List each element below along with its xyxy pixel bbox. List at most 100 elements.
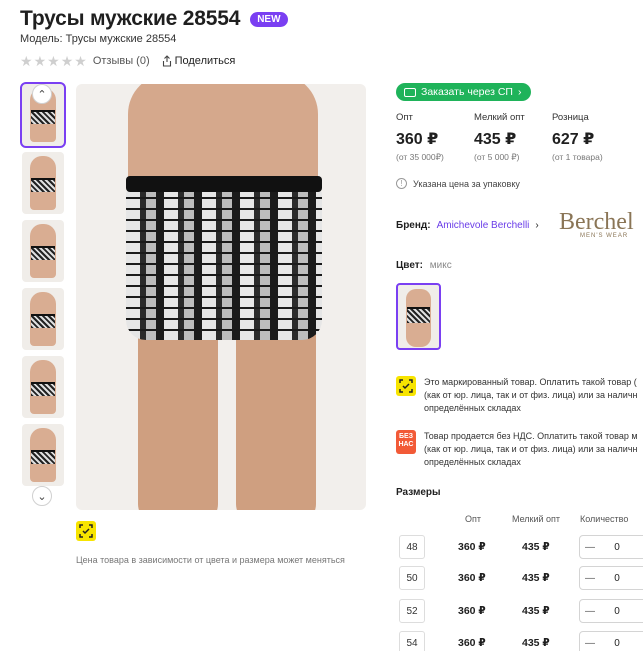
- color-label: Цвет:: [396, 260, 423, 271]
- price-label: Розница: [552, 112, 589, 123]
- minus-icon[interactable]: —: [580, 606, 600, 617]
- notice-line: Это маркированный товар. Оплатить такой …: [424, 377, 637, 387]
- size-price-small-opt: 435 ₽: [522, 572, 550, 584]
- minus-icon[interactable]: —: [580, 542, 600, 553]
- marking-icon: [396, 376, 416, 396]
- pack-note: ! Указана цена за упаковку: [396, 178, 520, 189]
- price-label: Опт: [396, 112, 413, 123]
- notice-line: Товар продается без НДС. Оплатить такой …: [424, 431, 638, 441]
- brand-logo-subtitle: MEN'S WEAR: [580, 233, 629, 239]
- size-price-small-opt: 435 ₽: [522, 541, 550, 553]
- marked-notice: Это маркированный товар. Оплатить такой …: [396, 376, 643, 415]
- size-label: 52: [399, 599, 425, 623]
- thumbnail[interactable]: [22, 356, 64, 418]
- share-label: Поделиться: [174, 55, 236, 67]
- pack-note-text: Указана цена за упаковку: [413, 178, 520, 189]
- quantity-value[interactable]: 0: [600, 606, 634, 617]
- size-row: 54 360 ₽ 435 ₽ — 0: [396, 631, 643, 651]
- price-label: Мелкий опт: [474, 112, 525, 123]
- title-row: Трусы мужские 28554 NEW: [20, 7, 288, 31]
- quantity-stepper[interactable]: — 0: [579, 599, 643, 623]
- rating-row: ★ ★ ★ ★ ★ Отзывы (0) Поделиться: [20, 54, 235, 68]
- notice-line: (как от юр. лица, так и от физ. лица) ил…: [424, 390, 638, 400]
- size-price-opt: 360 ₽: [458, 541, 486, 553]
- price-opt: Опт 360 ₽ (от 35 000₽): [396, 112, 474, 163]
- star-icon: ★: [20, 53, 33, 69]
- color-row: Цвет: микс: [396, 260, 452, 271]
- price-variation-note: Цена товара в зависимости от цвета и раз…: [76, 555, 345, 565]
- price-value: 627 ₽: [552, 131, 595, 148]
- order-sp-button[interactable]: Заказать через СП ›: [396, 83, 532, 101]
- notice-line: определённых складах: [424, 457, 521, 467]
- share-icon: [162, 55, 171, 67]
- sizes-header-qty: Количество: [580, 514, 629, 524]
- quantity-stepper[interactable]: — 0: [579, 535, 643, 559]
- model-text: Модель: Трусы мужские 28554: [20, 33, 177, 45]
- nds-notice-text: Товар продается без НДС. Оплатить такой …: [424, 430, 638, 469]
- size-price-small-opt: 435 ₽: [522, 637, 550, 649]
- marking-icon: [76, 521, 96, 541]
- notice-line: определённых складах: [424, 403, 521, 413]
- thumbnail[interactable]: [22, 220, 64, 282]
- chevron-down-icon[interactable]: ⌄: [32, 486, 52, 506]
- product-main-image[interactable]: [76, 84, 366, 510]
- rating-stars[interactable]: ★ ★ ★ ★ ★: [20, 54, 87, 68]
- brand-logo[interactable]: Berchel: [559, 209, 634, 236]
- size-row: 48 360 ₽ 435 ₽ — 0: [396, 535, 643, 561]
- minus-icon[interactable]: —: [580, 638, 600, 649]
- thumbnail-strip: ⌃ ⌄: [20, 82, 66, 506]
- size-label: 48: [399, 535, 425, 559]
- sizes-header-opt: Опт: [465, 514, 481, 524]
- price-retail: Розница 627 ₽ (от 1 товара): [552, 112, 630, 163]
- color-value: микс: [429, 260, 452, 271]
- quantity-value[interactable]: 0: [600, 542, 634, 553]
- marked-notice-text: Это маркированный товар. Оплатить такой …: [424, 376, 637, 415]
- notice-line: (как от юр. лица, так и от физ. лица) ил…: [424, 444, 638, 454]
- chevron-right-icon: ›: [535, 220, 539, 231]
- new-badge: NEW: [250, 11, 288, 27]
- price-small-opt: Мелкий опт 435 ₽ (от 5 000 ₽): [474, 112, 552, 163]
- price-min: (от 5 000 ₽): [474, 152, 520, 162]
- brand-link[interactable]: Amichevole Berchelli: [437, 220, 530, 231]
- brand-label: Бренд:: [396, 220, 431, 231]
- size-price-opt: 360 ₽: [458, 572, 486, 584]
- size-row: 52 360 ₽ 435 ₽ — 0: [396, 599, 643, 625]
- brand-row: Бренд: Amichevole Berchelli ›: [396, 220, 539, 231]
- chevron-right-icon: ›: [517, 86, 522, 98]
- order-sp-label: Заказать через СП: [421, 86, 513, 98]
- size-price-opt: 360 ₽: [458, 605, 486, 617]
- price-min: (от 1 товара): [552, 152, 603, 162]
- info-icon: !: [396, 178, 407, 189]
- nds-notice: БЕЗ НАС Товар продается без НДС. Оплатит…: [396, 430, 643, 469]
- quantity-value[interactable]: 0: [600, 573, 634, 584]
- star-icon: ★: [47, 53, 60, 69]
- thumbnail[interactable]: [22, 288, 64, 350]
- reviews-link[interactable]: Отзывы (0): [93, 55, 150, 67]
- sizes-header-small-opt: Мелкий опт: [512, 514, 561, 524]
- price-value: 360 ₽: [396, 131, 439, 148]
- size-label: 54: [399, 631, 425, 651]
- thumbnail[interactable]: [22, 152, 64, 214]
- size-row: 50 360 ₽ 435 ₽ — 0: [396, 566, 643, 592]
- no-vat-icon: БЕЗ НАС: [396, 430, 416, 454]
- star-icon: ★: [60, 53, 74, 69]
- star-icon: ★: [33, 53, 47, 69]
- thumbnail[interactable]: [22, 424, 64, 486]
- price-min: (от 35 000₽): [396, 152, 444, 162]
- price-value: 435 ₽: [474, 131, 517, 148]
- quantity-value[interactable]: 0: [600, 638, 634, 649]
- size-price-small-opt: 435 ₽: [522, 605, 550, 617]
- quantity-stepper[interactable]: — 0: [579, 631, 643, 651]
- sizes-title: Размеры: [396, 487, 441, 498]
- cart-icon: [404, 87, 416, 97]
- size-label: 50: [399, 566, 425, 590]
- chevron-up-icon[interactable]: ⌃: [32, 84, 52, 104]
- size-price-opt: 360 ₽: [458, 637, 486, 649]
- share-button[interactable]: Поделиться: [162, 55, 236, 67]
- color-swatch[interactable]: [396, 283, 441, 350]
- product-title: Трусы мужские 28554: [20, 7, 241, 30]
- star-icon: ★: [74, 53, 87, 69]
- quantity-stepper[interactable]: — 0: [579, 566, 643, 590]
- price-block: Опт 360 ₽ (от 35 000₽) Мелкий опт 435 ₽ …: [396, 112, 630, 163]
- minus-icon[interactable]: —: [580, 573, 600, 584]
